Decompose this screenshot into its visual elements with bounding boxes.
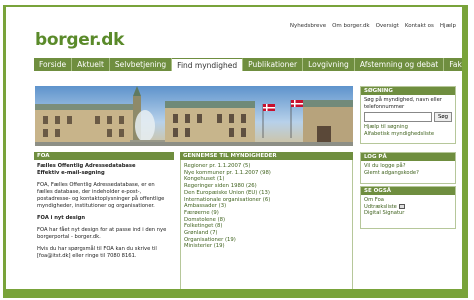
list-item[interactable]: Nye kommuner pr. 1.1.2007 (98): [184, 170, 350, 177]
page: borger.dk Nyhedsbreve Om borger.dk Overs…: [6, 7, 462, 289]
foa-header: FOA: [34, 152, 174, 160]
search-header: SØGNING: [361, 87, 455, 95]
list-item[interactable]: Ambassader (3): [184, 203, 350, 210]
search-description: Søg på myndighed, navn eller telefonnumm…: [364, 97, 442, 110]
myndigheder-header: GENNEMSE TIL MYNDIGHEDER: [180, 152, 353, 160]
list-item[interactable]: Regeringer siden 1980 (26): [184, 183, 350, 190]
top-link-om[interactable]: Om borger.dk: [332, 23, 370, 29]
search-box: SØGNING Søg på myndighed, navn eller tel…: [360, 86, 456, 144]
login-header: LOG PÅ: [361, 153, 455, 161]
search-input[interactable]: [364, 112, 433, 123]
top-link-nyhedsbreve[interactable]: Nyhedsbreve: [290, 23, 326, 29]
alphabetical-list-link[interactable]: Alfabetisk myndighedsliste: [364, 131, 452, 138]
printer-icon: [398, 203, 405, 209]
top-link-hjaelp[interactable]: Hjælp: [440, 23, 456, 29]
tab-forside[interactable]: Forside: [34, 58, 73, 71]
list-item[interactable]: Den Europæiske Union (EU) (13): [184, 190, 350, 197]
tab-selvbetjening[interactable]: Selvbetjening: [110, 58, 173, 71]
tab-afstemning[interactable]: Afstemning og debat: [355, 58, 445, 71]
list-item[interactable]: Internationale organisationer (6): [184, 197, 350, 204]
forgot-password-link[interactable]: Glemt adgangskode?: [364, 170, 452, 177]
hero-image: [35, 86, 353, 146]
see-also-digital-signatur[interactable]: Digital Signatur: [364, 210, 452, 217]
list-item[interactable]: Domstolene (8): [184, 217, 350, 224]
foa-box: FOA Fælles Offentlig Adressedatabase Eff…: [34, 152, 174, 265]
tab-aktuelt[interactable]: Aktuelt: [72, 58, 110, 71]
see-also-udtraeksliste[interactable]: Udtræksliste: [364, 204, 397, 210]
top-links: Nyhedsbreve Om borger.dk Oversigt Kontak…: [290, 23, 456, 29]
list-item[interactable]: Grønland (7): [184, 230, 350, 237]
foa-subheading: FOA i nyt design: [37, 215, 86, 221]
tab-lovgivning[interactable]: Lovgivning: [303, 58, 355, 71]
search-button[interactable]: Søg: [434, 112, 452, 123]
tab-find-myndighed[interactable]: Find myndighed: [172, 58, 244, 71]
foa-title: Fælles Offentlig Adressedatabase: [37, 163, 136, 169]
list-item[interactable]: Organisationer (19): [184, 237, 350, 244]
see-also-box: SE OGSÅ Om Foa Udtræksliste Digital Sign…: [360, 186, 456, 229]
foa-paragraph-3: Hvis du har spørgsmål til FOA kan du skr…: [37, 246, 157, 259]
see-also-header: SE OGSÅ: [361, 187, 455, 195]
tab-fakta[interactable]: Fakta om Danmark: [444, 58, 462, 71]
top-link-kontakt[interactable]: Kontakt os: [405, 23, 434, 29]
myndigheder-list: Regioner pr. 1.1.2007 (5) Nye kommuner p…: [180, 160, 353, 289]
list-item[interactable]: Færøerne (9): [184, 210, 350, 217]
top-link-oversigt[interactable]: Oversigt: [376, 23, 399, 29]
myndigheder-box: GENNEMSE TIL MYNDIGHEDER Regioner pr. 1.…: [180, 152, 353, 289]
list-item[interactable]: Regioner pr. 1.1.2007 (5): [184, 163, 350, 170]
foa-paragraph-1: FOA, Fælles Offentlig Adressedatabase, e…: [37, 182, 165, 209]
parliament-illustration: [35, 86, 353, 146]
list-item[interactable]: Folketinget (8): [184, 223, 350, 230]
foa-paragraph-2: FOA har fået nyt design for at passe ind…: [37, 227, 167, 240]
site-logo[interactable]: borger.dk: [35, 30, 124, 50]
tab-publikationer[interactable]: Publikationer: [243, 58, 304, 71]
login-link[interactable]: Vil du logge på?: [364, 163, 452, 170]
search-help-link[interactable]: Hjælp til søgning: [364, 124, 452, 131]
main-nav: Forside Aktuelt Selvbetjening Find myndi…: [34, 58, 462, 71]
foa-subtitle: Effektiv e-mail-søgning: [37, 170, 105, 176]
see-also-om-foa[interactable]: Om Foa: [364, 197, 452, 204]
list-item[interactable]: Kongehuset (1): [184, 176, 350, 183]
list-item[interactable]: Ministerier (19): [184, 243, 350, 250]
login-box: LOG PÅ Vil du logge på? Glemt adgangskod…: [360, 152, 456, 184]
